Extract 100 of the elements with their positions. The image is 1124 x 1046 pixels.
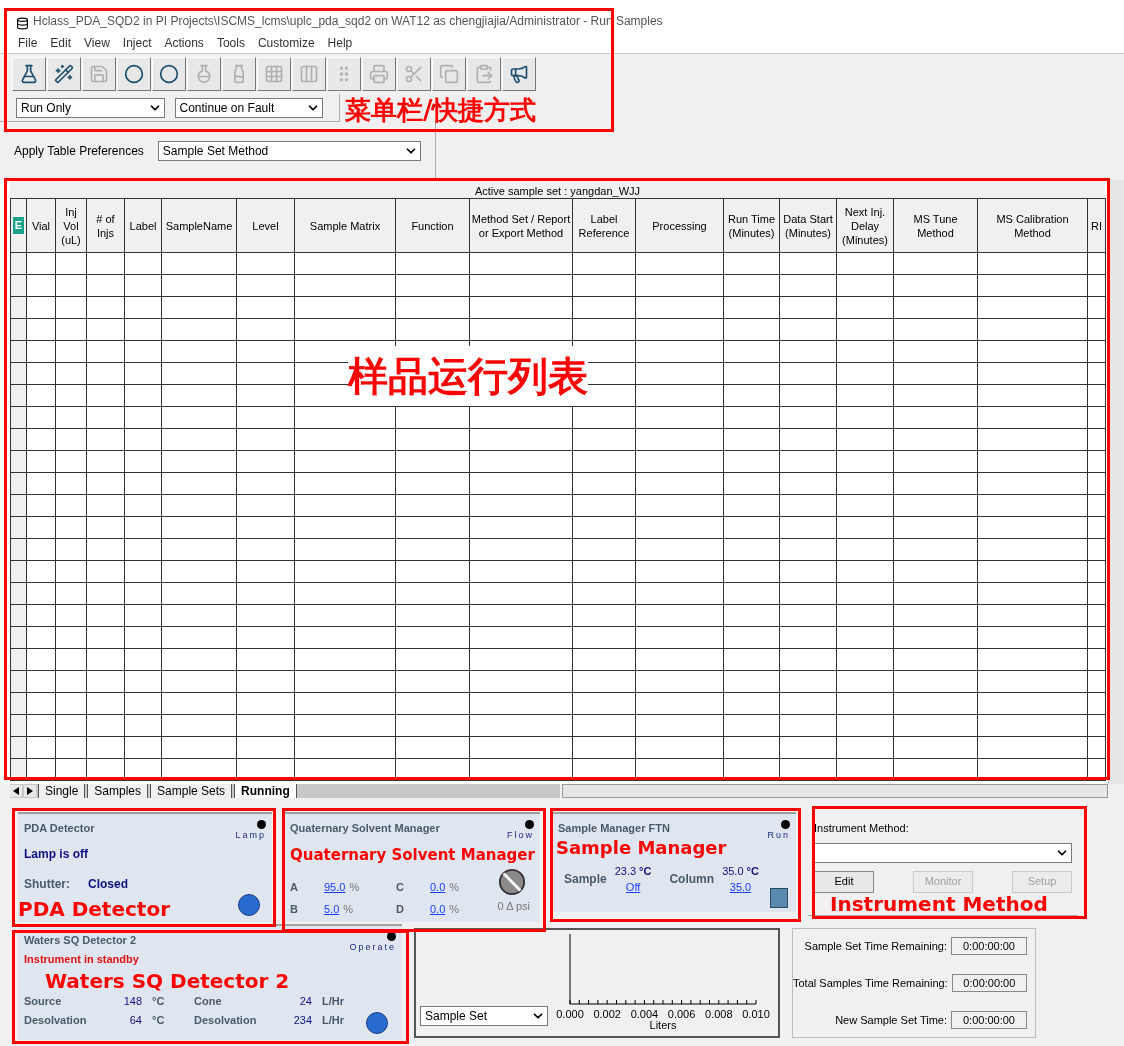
menu-item[interactable]: View (84, 33, 110, 52)
toolbar-button[interactable] (152, 57, 186, 91)
column-header[interactable]: Inj Vol (uL) (55, 198, 87, 253)
solvent-label: B (290, 902, 299, 917)
shutter-label: Shutter: (24, 875, 70, 893)
wand-icon (54, 64, 74, 84)
sheet-tab[interactable]: Sample Sets (150, 784, 233, 798)
column-header[interactable]: SampleName (161, 198, 237, 253)
menu-item[interactable]: File (18, 33, 38, 52)
time-label: New Sample Set Time: (835, 1012, 947, 1028)
setpoint-link[interactable]: 0.0 (430, 901, 446, 918)
time-field: 0:00:00:00 (951, 937, 1027, 955)
right-arrow-icon (27, 787, 33, 795)
menu-item[interactable]: Tools (216, 33, 245, 52)
menu-item[interactable]: Customize (257, 33, 315, 52)
toolbar-button[interactable] (12, 57, 46, 91)
unit-label: % (343, 902, 354, 917)
unit-label: °C (746, 863, 759, 879)
unit-label: % (449, 902, 460, 917)
lamp-status: Lamp is off (24, 845, 89, 863)
column-header[interactable]: Method Set / Report or Export Method (469, 198, 573, 253)
indicator-label: Operate (349, 941, 396, 954)
method-button[interactable]: Edit (814, 870, 874, 893)
toolbar-button[interactable] (117, 57, 151, 91)
column-label: Column (669, 871, 715, 888)
sheet-tab[interactable]: Running (234, 784, 297, 798)
unit-label: % (349, 879, 360, 895)
copy-icon (439, 64, 459, 84)
parameter-label: Desolvation (24, 1012, 88, 1028)
column-header[interactable]: MS Calibration Method (977, 198, 1088, 253)
app-icon (16, 17, 29, 30)
circle-icon (124, 64, 144, 84)
setpoint-link[interactable]: 35.0 (729, 879, 752, 896)
dropdown[interactable]: Sample Set Method (157, 141, 421, 161)
column-header[interactable]: Vial (26, 198, 56, 253)
instrument-method-dropdown[interactable] (814, 842, 1072, 863)
column-header[interactable]: # of Injs (86, 198, 125, 253)
sheet-tab[interactable]: Samples (87, 784, 149, 798)
solvent-label: A (290, 879, 299, 895)
solvent-label: C (396, 879, 405, 895)
sample-label: Sample (564, 871, 607, 888)
instrument-method-label: Instrument Method: (814, 821, 910, 836)
annotation-label: Waters SQ Detector 2 (45, 970, 290, 992)
menu-item[interactable]: Actions (164, 33, 204, 52)
setpoint-link[interactable]: Off (625, 879, 641, 896)
horizontal-scrollbar[interactable] (562, 784, 1108, 798)
detector-icon[interactable] (238, 894, 260, 916)
dropdown[interactable]: Sample Set (420, 1006, 548, 1026)
dropdown[interactable]: Run Only (16, 97, 165, 118)
column-header[interactable]: Run Time (Minutes) (723, 198, 780, 253)
annotation-label: Instrument Method (830, 893, 1048, 915)
indicator-label: Flow (507, 829, 534, 842)
flask-icon (19, 64, 39, 84)
panel-title: Sample Manager FTN (558, 821, 670, 836)
dropdown[interactable]: Continue on Fault (174, 97, 323, 118)
indicator-label: Run (767, 829, 790, 842)
cut-icon (404, 64, 424, 84)
time-label: Total Samples Time Remaining: (793, 975, 948, 991)
parameter-label: Desolvation (194, 1012, 258, 1028)
column-temperature: 35.0 (722, 863, 744, 879)
shutter-value: Closed (88, 875, 128, 893)
sample-temperature: 23.3 (614, 863, 637, 879)
parameter-value: 24 (298, 994, 312, 1009)
unit-label: °C (152, 994, 165, 1009)
column-header[interactable]: Sample Matrix (294, 198, 396, 253)
annotation-label: PDA Detector (18, 898, 170, 920)
setpoint-link[interactable]: 5.0 (324, 901, 340, 918)
menu-item[interactable]: Edit (50, 33, 72, 52)
no-flow-icon[interactable] (498, 868, 526, 896)
column-header[interactable]: Data Start (Minutes) (779, 198, 837, 253)
time-field: 0:00:00:00 (951, 974, 1027, 992)
parameter-value: 64 (128, 1012, 142, 1028)
menu-item[interactable]: Inject (122, 33, 152, 52)
left-arrow-icon (13, 787, 19, 795)
table-caption: Active sample set : yangdan_WJJ (474, 185, 641, 198)
unit-label: °C (152, 1012, 165, 1028)
detector-icon[interactable] (366, 1012, 388, 1034)
scroll-right-button[interactable] (24, 785, 36, 797)
panel-title: Quaternary Solvent Manager (290, 821, 440, 836)
column-header[interactable]: Next Inj. Delay (Minutes) (836, 198, 894, 253)
column-header[interactable]: Processing (635, 198, 724, 253)
column-header[interactable]: Label Reference (572, 198, 636, 253)
time-field: 0:00:00:00 (951, 1011, 1027, 1029)
standby-status: Instrument in standby (24, 951, 140, 967)
scroll-left-button[interactable] (10, 785, 22, 797)
toolbar-button[interactable] (47, 57, 81, 91)
toolbar-button[interactable] (502, 57, 536, 91)
menu-item[interactable]: Help (327, 33, 353, 52)
column-header[interactable]: Level (236, 198, 295, 253)
setpoint-link[interactable]: 95.0 (324, 878, 346, 895)
unit-label: °C (639, 863, 652, 879)
column-header[interactable]: MS Tune Method (893, 198, 978, 253)
setpoint-link[interactable]: 0.0 (430, 878, 446, 895)
circle-icon (159, 64, 179, 84)
annotation-label: 菜单栏/快捷方式 (345, 96, 537, 124)
preferences-label: Apply Table Preferences (14, 143, 144, 160)
sheet-tab[interactable]: Single (38, 784, 86, 798)
column-heater-icon[interactable] (770, 888, 788, 908)
column-header[interactable]: Function (395, 198, 470, 253)
column-header[interactable]: Label (124, 198, 162, 253)
